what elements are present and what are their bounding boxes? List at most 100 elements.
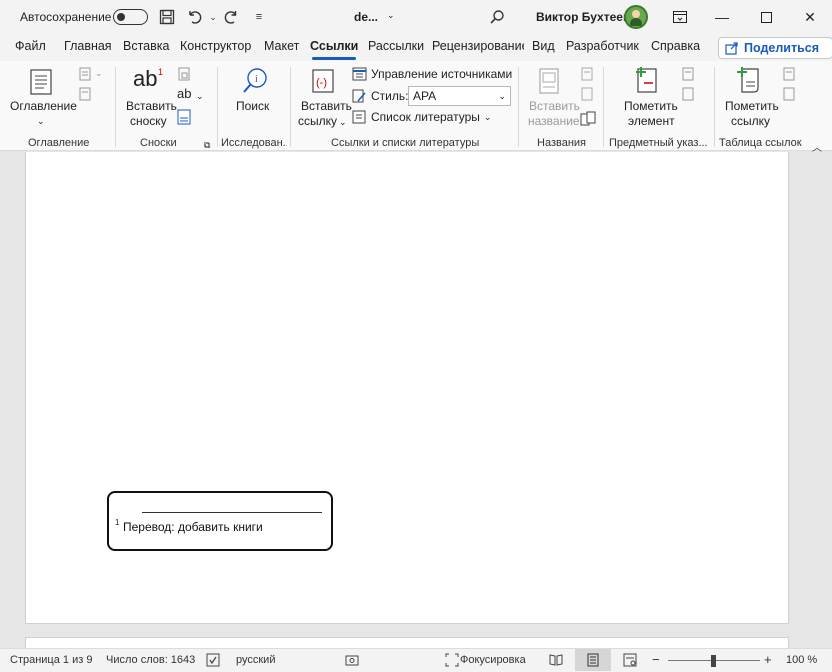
insert-endnote-icon[interactable] <box>177 67 191 81</box>
insert-index-icon[interactable] <box>681 67 695 81</box>
insert-toa-icon[interactable] <box>782 67 796 81</box>
footnote-separator <box>142 512 322 513</box>
chevron-down-icon[interactable]: ⌄ <box>387 10 395 21</box>
tab-developer[interactable]: Разработчик <box>566 39 639 53</box>
word-count[interactable]: Число слов: 1643 <box>106 654 195 666</box>
table-of-contents-icon[interactable] <box>30 69 52 95</box>
search-icon[interactable] <box>488 8 506 26</box>
insert-caption-label-2[interactable]: название <box>528 114 580 129</box>
insert-footnote-label-1[interactable]: Вставить <box>126 99 177 114</box>
footnote-number-icon: 1 <box>158 67 164 77</box>
chevron-down-icon[interactable]: ⌄ <box>37 114 45 129</box>
next-footnote-icon[interactable]: ab <box>177 86 191 101</box>
chevron-down-icon: ⌄ <box>498 90 506 101</box>
page-count[interactable]: Страница 1 из 9 <box>10 654 92 666</box>
update-figures-icon[interactable] <box>580 87 594 101</box>
tab-help[interactable]: Справка <box>651 39 700 53</box>
insert-citation-icon[interactable]: (-) <box>310 67 336 95</box>
undo-dropdown-icon[interactable]: ⌄ <box>204 8 222 26</box>
undo-icon[interactable] <box>186 8 204 26</box>
autosave-toggle[interactable] <box>113 9 148 25</box>
focus-icon[interactable] <box>444 652 460 668</box>
group-toc-label: Оглавление <box>28 137 90 149</box>
document-name[interactable]: de... <box>354 10 378 24</box>
mark-citation-icon[interactable] <box>736 66 762 94</box>
share-button[interactable]: Поделиться <box>718 37 832 59</box>
dialog-launcher-icon[interactable]: ⧉ <box>204 138 210 153</box>
avatar[interactable] <box>624 5 648 29</box>
toc-button[interactable]: Оглавление <box>10 99 77 114</box>
zoom-slider-thumb[interactable] <box>711 655 716 667</box>
zoom-out-button[interactable]: − <box>652 652 660 667</box>
update-index-icon[interactable] <box>681 87 695 101</box>
insert-caption-icon[interactable] <box>538 67 560 95</box>
mark-citation-label-2[interactable]: ссылку <box>731 114 770 129</box>
chevron-down-icon[interactable]: ⌄ <box>95 66 103 81</box>
print-layout-icon[interactable] <box>585 652 601 668</box>
close-button[interactable]: ✕ <box>788 0 832 34</box>
divider <box>714 67 715 147</box>
divider <box>290 67 291 147</box>
bibliography-label: Список литературы <box>371 110 480 124</box>
update-toa-icon[interactable] <box>782 87 796 101</box>
insert-citation-label-1[interactable]: Вставить <box>301 99 352 114</box>
bibliography-button[interactable]: Список литературы ⌄ <box>352 110 491 124</box>
autosave-label: Автосохранение <box>20 10 112 24</box>
chevron-down-icon[interactable]: ⌄ <box>196 89 204 104</box>
read-mode-icon[interactable] <box>548 652 564 668</box>
manage-sources-button[interactable]: Управление источниками <box>352 67 512 81</box>
mark-entry-label-1[interactable]: Пометить <box>624 99 678 114</box>
save-icon[interactable] <box>158 8 176 26</box>
tab-home[interactable]: Главная <box>64 39 112 53</box>
tab-file[interactable]: Файл <box>15 39 46 53</box>
title-bar: Автосохранение ⌄ ≡ de... ⌄ Виктор Бухтее… <box>0 0 832 34</box>
style-icon <box>352 89 366 103</box>
search-button[interactable]: Поиск <box>236 99 269 114</box>
user-name[interactable]: Виктор Бухтеев <box>536 10 630 24</box>
insert-footnote-label-2[interactable]: сноску <box>130 114 167 129</box>
group-citations-label: Ссылки и списки литературы <box>331 137 480 149</box>
footnote-text[interactable]: Перевод: добавить книги <box>123 520 263 534</box>
zoom-level[interactable]: 100 % <box>786 654 817 666</box>
minimize-button[interactable]: — <box>700 0 744 34</box>
insert-citation-label-2[interactable]: ссылку <box>298 114 337 129</box>
show-notes-icon[interactable] <box>177 109 191 125</box>
insert-caption-label-1[interactable]: Вставить <box>529 99 580 114</box>
style-select[interactable]: APA ⌄ <box>408 86 511 106</box>
maximize-button[interactable] <box>744 0 788 34</box>
ribbon-display-options-button[interactable] <box>658 0 702 34</box>
redo-icon[interactable] <box>222 8 240 26</box>
tab-review[interactable]: Рецензирование <box>432 39 524 53</box>
tab-design[interactable]: Конструктор <box>180 39 251 53</box>
web-layout-icon[interactable] <box>622 652 638 668</box>
cross-reference-icon[interactable] <box>580 111 596 127</box>
document-page[interactable] <box>25 152 789 624</box>
language[interactable]: русский <box>236 654 275 666</box>
proofing-icon[interactable] <box>205 652 221 668</box>
accessibility-icon[interactable] <box>344 652 360 668</box>
chevron-down-icon: ⌄ <box>483 111 492 122</box>
bibliography-icon <box>352 110 366 124</box>
tab-mailings[interactable]: Рассылки <box>368 39 424 53</box>
chevron-down-icon[interactable]: ⌄ <box>339 115 347 130</box>
tab-layout[interactable]: Макет <box>264 39 299 53</box>
manage-sources-icon <box>352 67 367 81</box>
focus-button[interactable]: Фокусировка <box>460 654 526 666</box>
mark-entry-label-2[interactable]: элемент <box>628 114 675 129</box>
tab-references[interactable]: Ссылки <box>310 39 358 60</box>
footnote-number: 1 <box>115 518 120 527</box>
mark-entry-icon[interactable] <box>635 66 659 94</box>
update-table-icon[interactable] <box>78 87 92 101</box>
style-label-group: Стиль: <box>352 89 408 103</box>
insert-footnote-icon[interactable]: ab <box>133 66 157 92</box>
zoom-in-button[interactable]: + <box>764 652 772 667</box>
customize-toolbar-icon[interactable]: ≡ <box>250 8 268 26</box>
tab-insert[interactable]: Вставка <box>123 39 169 53</box>
add-text-icon[interactable] <box>78 67 92 81</box>
mark-citation-label-1[interactable]: Пометить <box>725 99 779 114</box>
group-index-label: Предметный указ... <box>609 137 708 149</box>
group-captions-label: Названия <box>537 137 586 149</box>
tab-view[interactable]: Вид <box>532 39 555 53</box>
search-icon[interactable]: i <box>242 67 268 95</box>
insert-table-of-figures-icon[interactable] <box>580 67 594 81</box>
